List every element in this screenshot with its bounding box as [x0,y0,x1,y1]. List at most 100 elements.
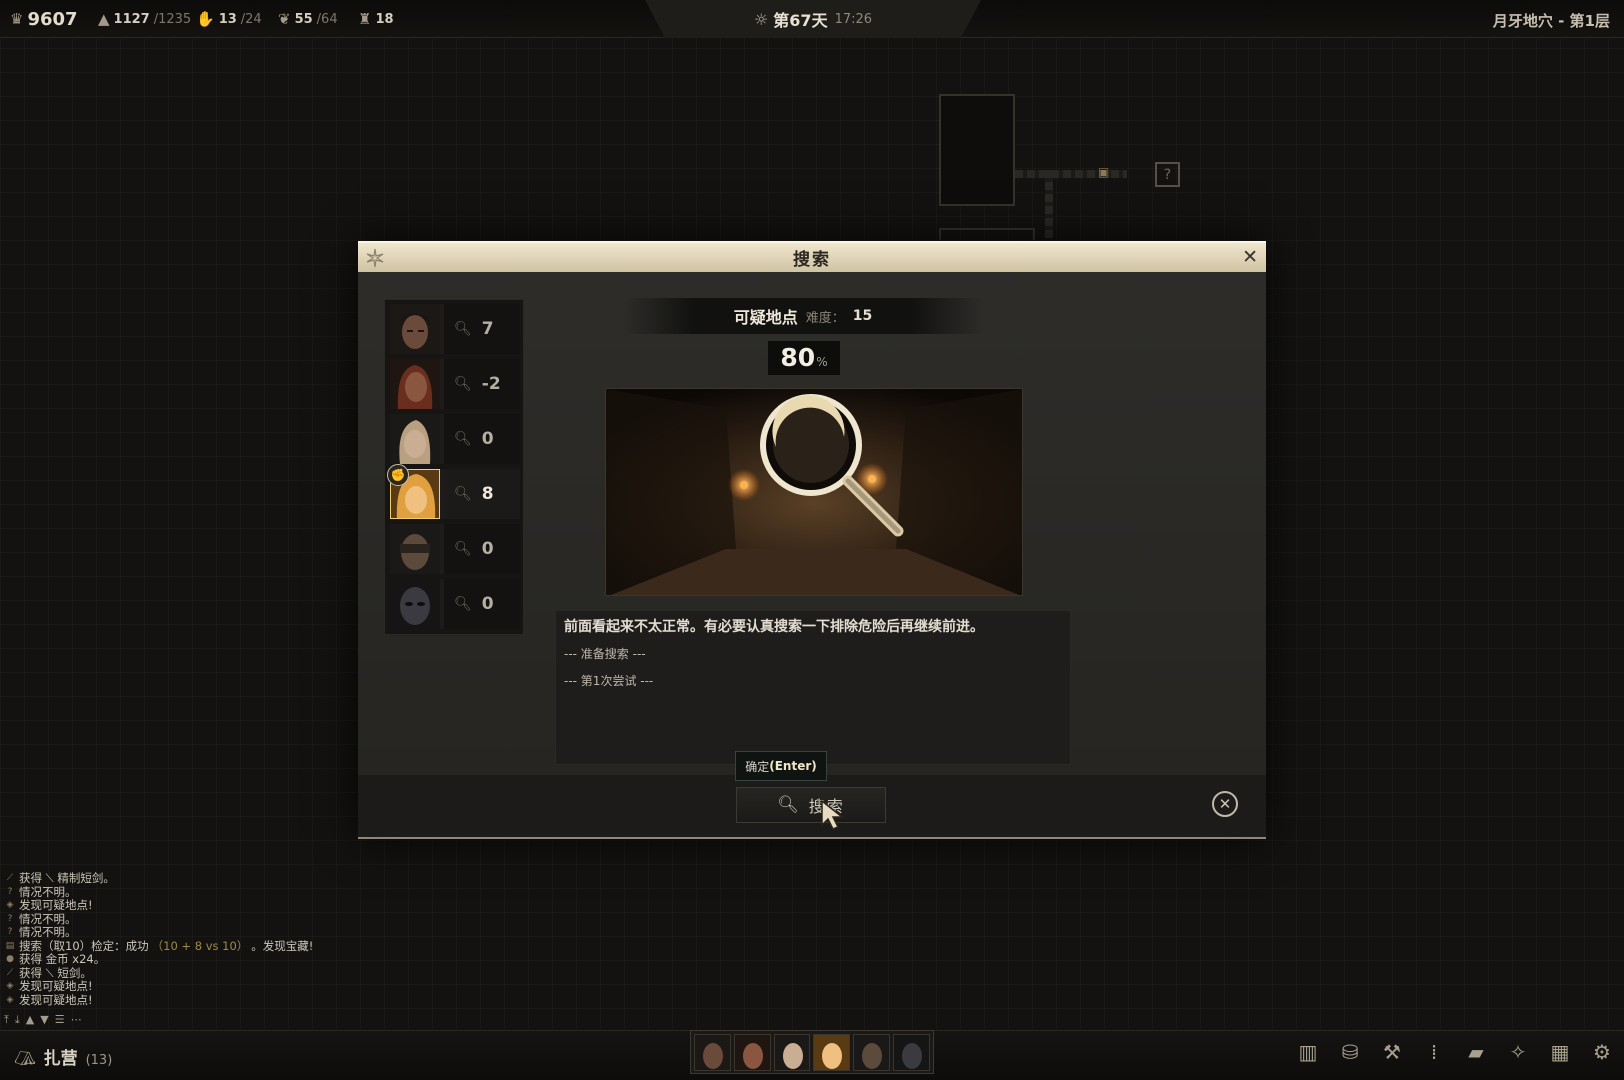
success-chance: 80% [768,341,840,375]
treasure-chest-icon[interactable]: ▣ [1098,165,1109,179]
supplies-value: 55 [294,11,313,27]
alert-icon: ◈ [6,981,14,991]
skills-icon[interactable]: ✧ [1506,1036,1530,1068]
alert-icon: ◈ [6,994,14,1005]
tray-portrait-1[interactable] [694,1034,731,1071]
filter-icon[interactable]: ☰ [55,1013,65,1027]
party-member-6[interactable]: 🔍︎ 0 [390,579,520,629]
gold-resource[interactable]: ♛ 9607 [10,0,78,38]
close-icon[interactable]: ✕ [1242,247,1258,267]
member-portrait [390,524,440,574]
difficulty-label: 难度： [805,310,845,326]
log-entry: ⟋ 获得 ⟍ 短剑。 [4,966,404,981]
log-text: 发现可疑地点! [19,979,93,993]
camp-button[interactable]: ⛺︎ 扎营 (13) [14,1044,112,1069]
settings-gear-icon[interactable]: ⚙ [1590,1036,1614,1068]
magnifier-icon: 🔍︎ [454,486,472,502]
trophy-icon: ♜ [358,10,372,28]
tooltip-hotkey: (Enter) [769,759,817,773]
party-member-4-selected[interactable]: ✊ 🔍︎ 8 [387,464,520,519]
magnifier-icon: 🔍︎ [454,376,472,392]
member-portrait [390,579,440,629]
party-member-3[interactable]: 🔍︎ 0 [390,414,520,464]
barrel-icon[interactable]: ⛁ [1338,1036,1362,1068]
log-entry: ▤ 搜索（取10）检定：成功 （10 + 8 vs 10） 。发现宝藏! [4,939,404,954]
tray-portrait-6[interactable] [893,1034,930,1071]
scene-description: 前面看起来不太正常。有必要认真搜索一下排除危险后再继续前进。 [564,619,984,635]
inventory-icon[interactable]: ▥ [1296,1036,1320,1068]
clock-time: 17:26 [834,11,873,27]
trophy-resource[interactable]: ♜ 18 [358,0,394,38]
log-text: 情况不明。 [19,884,77,899]
search-dialog: 搜索 ✕ 🔍︎ 7 🔍︎ -2 🔍︎ 0 ✊ 🔍︎ 8 🔍︎ 0 🔍︎ 0 可疑… [358,241,1266,839]
log-text: 发现可疑地点! [19,992,93,1007]
map-grid-icon[interactable]: ▦ [1548,1036,1572,1068]
search-text-log: 前面看起来不太正常。有必要认真搜索一下排除危险后再继续前进。 --- 准备搜索 … [555,610,1071,765]
map-room-lower [939,228,1035,240]
main-menu-icons: ▥ ⛁ ⚒ ⁞ ▰ ✧ ▦ ⚙ [1296,1036,1614,1068]
morale-max: /24 [240,11,262,27]
log-text: 获得 ⟍ 精制短剑。 [19,871,115,885]
supplies-icon: ❦ [278,10,291,28]
food-value: 1127 [113,11,150,27]
tray-portrait-3[interactable] [773,1034,811,1071]
leader-badge-icon: ✊ [387,464,409,486]
log-entry: ? 情况不明。 [4,911,404,927]
food-max: /1235 [153,11,192,27]
sun-icon: ☼ [753,9,769,29]
magnifier-icon: 🔍︎ [454,596,472,612]
journal-icon[interactable]: ▰ [1464,1036,1488,1068]
log-entry: ? 情况不明。 [4,884,404,900]
map-room [939,94,1015,206]
event-log: ⟋ 获得 ⟍ 精制短剑。 ? 情况不明。 ◈ 发现可疑地点! ? 情况不明。 ? 情况不明… [4,871,404,1008]
supplies-resource[interactable]: ❦ 55/64 [278,0,338,38]
log-controls: ⤒ ⤓ ▲ ▼ ☰ ⋯ [4,1013,82,1027]
success-percent: 80 [780,343,816,372]
search-score: 8 [481,484,494,504]
search-site-header: 可疑地点 难度： 15 [623,298,983,334]
log-entry: ◈ 发现可疑地点! [4,992,404,1008]
party-member-2[interactable]: 🔍︎ -2 [390,359,520,409]
tray-portrait-2[interactable] [733,1034,771,1071]
search-score: 7 [481,319,494,339]
log-text: 情况不明。 [19,911,77,926]
log-entry: ◈ 发现可疑地点! [4,898,404,913]
scroll-up-icon[interactable]: ▲ [26,1013,34,1027]
scroll-down-icon[interactable]: ▼ [40,1013,48,1027]
food-icon: ▲ [98,10,110,28]
search-icon: 🔍︎ [777,795,799,815]
cancel-button[interactable]: ✕ [1212,791,1238,817]
log-entry: ◈ 发现可疑地点! [4,979,404,994]
day-counter: 第67天 [773,11,828,30]
scroll-top-icon[interactable]: ⤒ [4,1013,9,1027]
dialog-header: 搜索 ✕ [358,241,1266,272]
log-entry: ● 获得 金币 x24。 [4,952,404,967]
more-icon[interactable]: ⋯ [71,1013,82,1027]
crafting-icon[interactable]: ⚒ [1380,1036,1404,1068]
tray-portrait-4[interactable] [813,1034,851,1071]
food-resource[interactable]: ▲ 1127/1235 [98,0,191,38]
dialog-title: 搜索 [793,250,831,270]
search-button[interactable]: 🔍︎ 搜索 [736,787,886,823]
unknown-room-icon[interactable]: ? [1155,162,1180,187]
member-portrait [390,359,440,409]
supplies-max: /64 [316,11,338,27]
search-score: -2 [481,374,501,394]
log-entry: ? 情况不明。 [4,925,404,940]
formation-icon[interactable]: ⁞ [1422,1036,1446,1068]
difficulty-value: 15 [852,308,873,324]
morale-resource[interactable]: ✋ 13/24 [196,0,262,38]
search-icon: ▤ [5,940,15,951]
morale-icon: ✋ [196,10,215,28]
sword-icon: ⟋ [6,873,14,883]
question-icon: ? [7,927,13,937]
tray-portrait-5[interactable] [853,1034,891,1071]
scroll-bottom-icon[interactable]: ⤓ [15,1013,20,1027]
day-time-display: ☼ 第67天 17:26 [645,0,981,38]
tooltip-label: 确定 [745,759,770,774]
party-member-5[interactable]: 🔍︎ 0 [390,524,520,574]
party-member-1[interactable]: 🔍︎ 7 [390,304,520,354]
site-name: 可疑地点 [733,308,798,327]
morale-value: 13 [218,11,237,27]
member-portrait [390,304,440,354]
